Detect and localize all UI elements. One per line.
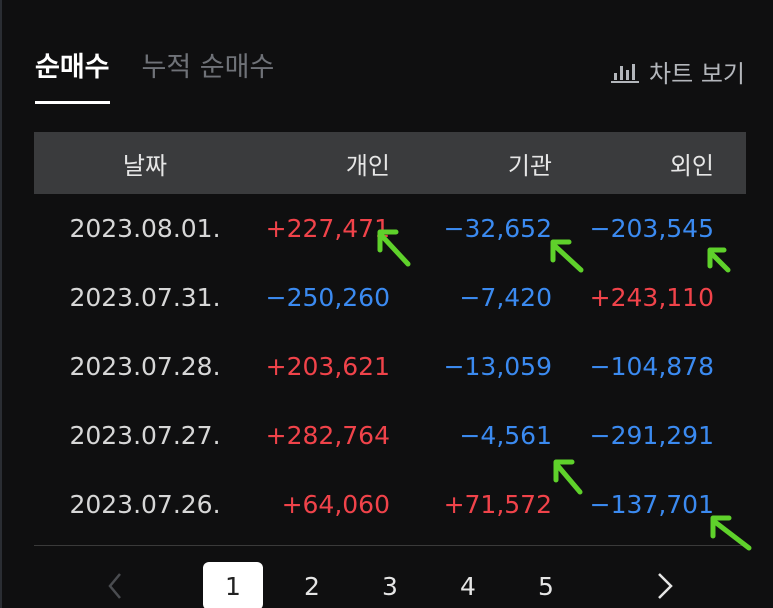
cell-individual: −250,260 <box>265 283 390 312</box>
table-row: 2023.07.27. +282,764 −4,561 −291,291 <box>34 401 746 470</box>
cell-institution: −32,652 <box>443 214 552 243</box>
cell-foreign: −104,878 <box>589 352 714 381</box>
table-bottom-divider <box>34 545 746 546</box>
chart-view-button[interactable]: 차트 보기 <box>611 54 745 89</box>
cell-date: 2023.08.01. <box>69 214 221 243</box>
chart-view-label: 차트 보기 <box>649 60 745 88</box>
table-row: 2023.07.26. +64,060 +71,572 −137,701 <box>34 470 746 539</box>
cell-foreign: +243,110 <box>589 283 714 312</box>
page-button-1[interactable]: 1 <box>203 562 263 608</box>
cell-individual: +227,471 <box>265 214 390 243</box>
cell-date: 2023.07.27. <box>69 421 221 450</box>
cell-institution: +71,572 <box>443 490 552 519</box>
cell-foreign: −291,291 <box>589 421 714 450</box>
page-button-5[interactable]: 5 <box>516 562 576 608</box>
page-button-3[interactable]: 3 <box>360 562 420 608</box>
page-button-2[interactable]: 2 <box>282 562 342 608</box>
cell-foreign: −203,545 <box>589 214 714 243</box>
cell-institution: −4,561 <box>459 421 552 450</box>
cell-individual: +203,621 <box>265 352 390 381</box>
page: 순매수 누적 순매수 차트 보기 날짜 개인 기관 외인 2023.08.01.… <box>0 0 773 608</box>
header-foreign: 외인 <box>669 151 714 180</box>
bar-chart-icon <box>611 63 640 83</box>
cell-date: 2023.07.26. <box>69 490 221 519</box>
cell-individual: +64,060 <box>281 490 390 519</box>
tab-cumulative-net-buy[interactable]: 누적 순매수 <box>142 50 275 86</box>
cell-date: 2023.07.31. <box>69 283 221 312</box>
header-institution: 기관 <box>507 151 552 180</box>
chevron-right-icon[interactable] <box>645 566 685 606</box>
cell-individual: +282,764 <box>265 421 390 450</box>
table-row: 2023.08.01. +227,471 −32,652 −203,545 <box>34 194 746 263</box>
left-edge-divider <box>0 0 2 608</box>
cell-institution: −13,059 <box>443 352 552 381</box>
table-row: 2023.07.31. −250,260 −7,420 +243,110 <box>34 263 746 332</box>
table-row: 2023.07.28. +203,621 −13,059 −104,878 <box>34 332 746 401</box>
cell-institution: −7,420 <box>459 283 552 312</box>
table-header: 날짜 개인 기관 외인 <box>34 132 746 194</box>
cell-date: 2023.07.28. <box>69 352 221 381</box>
investor-trading-table: 날짜 개인 기관 외인 2023.08.01. +227,471 −32,652… <box>34 132 746 539</box>
pagination: 1 2 3 4 5 <box>0 558 773 608</box>
header-individual: 개인 <box>345 151 390 180</box>
tab-net-buy[interactable]: 순매수 <box>35 50 110 104</box>
tab-bar: 순매수 누적 순매수 <box>35 50 275 104</box>
header-date: 날짜 <box>122 151 168 180</box>
chevron-left-icon[interactable] <box>96 566 136 606</box>
page-button-4[interactable]: 4 <box>438 562 498 608</box>
cell-foreign: −137,701 <box>589 490 714 519</box>
